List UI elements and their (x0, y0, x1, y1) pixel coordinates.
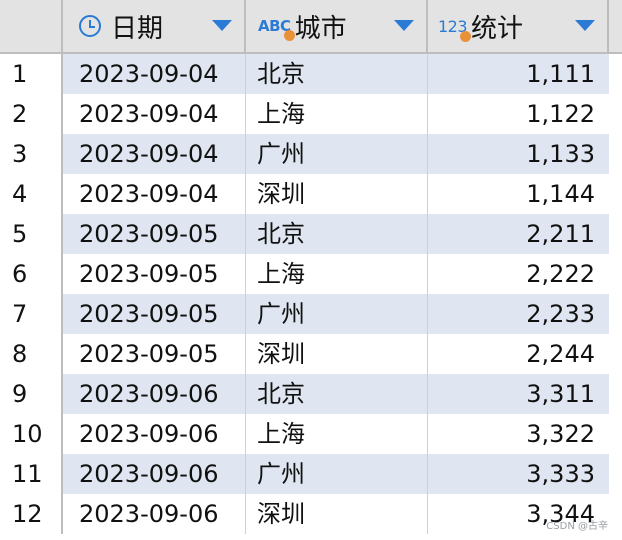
row-cells: 2023-09-06 北京 3,311 (63, 374, 609, 414)
column-header-date[interactable]: 日期 (63, 0, 246, 52)
stat-cell[interactable]: 2,244 (428, 334, 609, 374)
row-number[interactable]: 2 (0, 94, 63, 134)
table-row[interactable]: 8 2023-09-05 深圳 2,244 (0, 334, 622, 374)
city-cell[interactable]: 上海 (246, 254, 428, 294)
date-cell[interactable]: 2023-09-06 (63, 374, 246, 414)
table-row[interactable]: 4 2023-09-04 深圳 1,144 (0, 174, 622, 214)
stat-cell[interactable]: 3,322 (428, 414, 609, 454)
city-cell[interactable]: 广州 (246, 454, 428, 494)
row-cells: 2023-09-05 北京 2,211 (63, 214, 609, 254)
table-body: 1 2023-09-04 北京 1,111 2 2023-09-04 上海 1,122 3 202… (0, 54, 622, 534)
number-type-icon: 123 (438, 17, 472, 42)
row-cells: 2023-09-06 深圳 3,344 (63, 494, 609, 534)
stat-cell[interactable]: 1,144 (428, 174, 609, 214)
column-header-city[interactable]: ABC 城市 (246, 0, 428, 52)
row-number[interactable]: 10 (0, 414, 63, 454)
date-cell[interactable]: 2023-09-05 (63, 254, 246, 294)
table-row[interactable]: 10 2023-09-06 上海 3,322 (0, 414, 622, 454)
table-row[interactable]: 3 2023-09-04 广州 1,133 (0, 134, 622, 174)
stat-cell[interactable]: 2,233 (428, 294, 609, 334)
column-header-label: 统计 (471, 13, 524, 44)
row-cells: 2023-09-05 上海 2,222 (63, 254, 609, 294)
date-cell[interactable]: 2023-09-05 (63, 334, 246, 374)
table-row[interactable]: 12 2023-09-06 深圳 3,344 (0, 494, 622, 534)
clock-icon (79, 15, 101, 37)
date-cell[interactable]: 2023-09-05 (63, 214, 246, 254)
column-header-row: 日期 ABC 城市 123 统计 (0, 0, 622, 54)
table-row[interactable]: 2 2023-09-04 上海 1,122 (0, 94, 622, 134)
row-cells: 2023-09-04 北京 1,111 (63, 54, 609, 94)
data-grid: 日期 ABC 城市 123 统计 1 2023-09-04 北京 1,111 2 2023… (0, 0, 622, 540)
row-number[interactable]: 6 (0, 254, 63, 294)
row-number[interactable]: 5 (0, 214, 63, 254)
city-cell[interactable]: 深圳 (246, 494, 428, 534)
table-row[interactable]: 11 2023-09-06 广州 3,333 (0, 454, 622, 494)
row-cells: 2023-09-06 上海 3,322 (63, 414, 609, 454)
city-cell[interactable]: 深圳 (246, 174, 428, 214)
city-cell[interactable]: 广州 (246, 134, 428, 174)
table-row[interactable]: 1 2023-09-04 北京 1,111 (0, 54, 622, 94)
row-number[interactable]: 12 (0, 494, 63, 534)
date-cell[interactable]: 2023-09-04 (63, 54, 246, 94)
city-cell[interactable]: 北京 (246, 214, 428, 254)
row-cells: 2023-09-04 深圳 1,144 (63, 174, 609, 214)
stat-cell[interactable]: 1,111 (428, 54, 609, 94)
row-number[interactable]: 8 (0, 334, 63, 374)
date-cell[interactable]: 2023-09-06 (63, 454, 246, 494)
city-cell[interactable]: 上海 (246, 94, 428, 134)
chevron-down-icon[interactable] (212, 20, 232, 31)
type-indicator-dot (460, 30, 472, 42)
row-number-header-corner[interactable] (0, 0, 63, 52)
row-number[interactable]: 9 (0, 374, 63, 414)
date-cell[interactable]: 2023-09-06 (63, 494, 246, 534)
city-cell[interactable]: 广州 (246, 294, 428, 334)
stat-cell[interactable]: 2,211 (428, 214, 609, 254)
text-type-icon: ABC (258, 17, 295, 41)
city-cell[interactable]: 北京 (246, 374, 428, 414)
stat-cell[interactable]: 3,333 (428, 454, 609, 494)
row-number[interactable]: 11 (0, 454, 63, 494)
stat-cell[interactable]: 1,133 (428, 134, 609, 174)
date-cell[interactable]: 2023-09-04 (63, 94, 246, 134)
table-row[interactable]: 7 2023-09-05 广州 2,233 (0, 294, 622, 334)
row-cells: 2023-09-06 广州 3,333 (63, 454, 609, 494)
row-cells: 2023-09-05 深圳 2,244 (63, 334, 609, 374)
watermark: CSDN @古辛 (546, 521, 608, 532)
date-cell[interactable]: 2023-09-04 (63, 134, 246, 174)
row-number[interactable]: 3 (0, 134, 63, 174)
row-number[interactable]: 4 (0, 174, 63, 214)
table-row[interactable]: 6 2023-09-05 上海 2,222 (0, 254, 622, 294)
chevron-down-icon[interactable] (394, 20, 414, 31)
city-cell[interactable]: 北京 (246, 54, 428, 94)
column-header-label: 城市 (294, 13, 347, 44)
row-number[interactable]: 1 (0, 54, 63, 94)
city-cell[interactable]: 深圳 (246, 334, 428, 374)
date-cell[interactable]: 2023-09-05 (63, 294, 246, 334)
row-cells: 2023-09-05 广州 2,233 (63, 294, 609, 334)
type-indicator-dot (283, 30, 295, 41)
date-cell[interactable]: 2023-09-04 (63, 174, 246, 214)
column-header-stat[interactable]: 123 统计 (428, 0, 609, 52)
stat-cell[interactable]: 1,122 (428, 94, 609, 134)
table-row[interactable]: 9 2023-09-06 北京 3,311 (0, 374, 622, 414)
row-cells: 2023-09-04 上海 1,122 (63, 94, 609, 134)
column-header-label: 日期 (111, 13, 164, 44)
table-row[interactable]: 5 2023-09-05 北京 2,211 (0, 214, 622, 254)
date-cell[interactable]: 2023-09-06 (63, 414, 246, 454)
stat-cell[interactable]: 2,222 (428, 254, 609, 294)
chevron-down-icon[interactable] (575, 20, 595, 31)
row-number[interactable]: 7 (0, 294, 63, 334)
city-cell[interactable]: 上海 (246, 414, 428, 454)
stat-cell[interactable]: 3,311 (428, 374, 609, 414)
row-cells: 2023-09-04 广州 1,133 (63, 134, 609, 174)
